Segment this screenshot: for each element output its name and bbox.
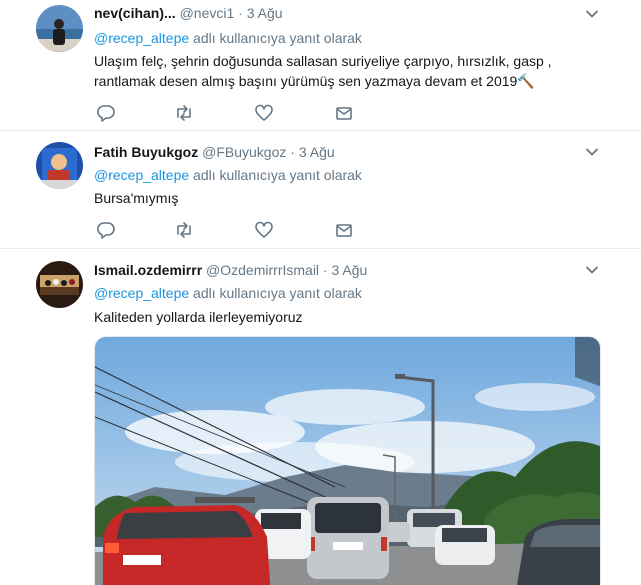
timestamp[interactable]: 3 Ağu <box>247 5 283 21</box>
display-name[interactable]: nev(cihan)... <box>94 5 176 21</box>
avatar[interactable] <box>36 261 83 308</box>
separator-dot: · <box>234 5 247 21</box>
tweet-header: nev(cihan)... @nevci1 · 3 Ağu <box>94 4 283 22</box>
tweet-photo[interactable] <box>94 336 601 585</box>
action-bar <box>94 220 364 240</box>
separator-dot: · <box>286 144 299 160</box>
direct-message-icon[interactable] <box>334 220 354 240</box>
tweet-2[interactable]: Fatih Buyukgoz @FBuyukgoz · 3 Ağu @recep… <box>0 131 641 249</box>
chevron-down-icon[interactable] <box>585 263 599 277</box>
mention-link[interactable]: @recep_altepe <box>94 30 189 46</box>
mention-link[interactable]: @recep_altepe <box>94 167 189 183</box>
timestamp[interactable]: 3 Ağu <box>299 144 335 160</box>
mention-link[interactable]: @recep_altepe <box>94 285 189 301</box>
reply-icon[interactable] <box>96 220 116 240</box>
reply-icon[interactable] <box>96 103 116 123</box>
action-bar <box>94 103 364 123</box>
tweet-1[interactable]: nev(cihan)... @nevci1 · 3 Ağu @recep_alt… <box>0 0 641 131</box>
user-handle[interactable]: @FBuyukgoz <box>202 144 286 160</box>
separator-dot: · <box>319 262 332 278</box>
user-handle[interactable]: @nevci1 <box>180 5 235 21</box>
tweet-text: Kaliteden yollarda ilerleyemiyoruz <box>94 309 303 325</box>
user-handle[interactable]: @OzdemirrrIsmail <box>206 262 319 278</box>
direct-message-icon[interactable] <box>334 103 354 123</box>
timestamp[interactable]: 3 Ağu <box>332 262 368 278</box>
reply-context: @recep_altepe adlı kullanıcıya yanıt ola… <box>94 284 362 302</box>
tweet-text: Ulaşım felç, şehrin doğusunda sallasan s… <box>94 53 552 89</box>
tweet-header: Ismail.ozdemirrr @OzdemirrrIsmail · 3 Ağ… <box>94 261 367 279</box>
reply-context: @recep_altepe adlı kullanıcıya yanıt ola… <box>94 166 362 184</box>
avatar[interactable] <box>36 142 83 189</box>
retweet-icon[interactable] <box>174 103 194 123</box>
like-icon[interactable] <box>254 103 274 123</box>
tweet-text: Bursa'mıymış <box>94 190 179 206</box>
reply-context: @recep_altepe adlı kullanıcıya yanıt ola… <box>94 29 362 47</box>
reply-context-text: adlı kullanıcıya yanıt olarak <box>189 30 362 46</box>
reply-context-text: adlı kullanıcıya yanıt olarak <box>189 285 362 301</box>
chevron-down-icon[interactable] <box>585 7 599 21</box>
reply-context-text: adlı kullanıcıya yanıt olarak <box>189 167 362 183</box>
chevron-down-icon[interactable] <box>585 145 599 159</box>
like-icon[interactable] <box>254 220 274 240</box>
avatar[interactable] <box>36 5 83 52</box>
tweet-header: Fatih Buyukgoz @FBuyukgoz · 3 Ağu <box>94 143 335 161</box>
retweet-icon[interactable] <box>174 220 194 240</box>
display-name[interactable]: Ismail.ozdemirrr <box>94 262 202 278</box>
display-name[interactable]: Fatih Buyukgoz <box>94 144 198 160</box>
